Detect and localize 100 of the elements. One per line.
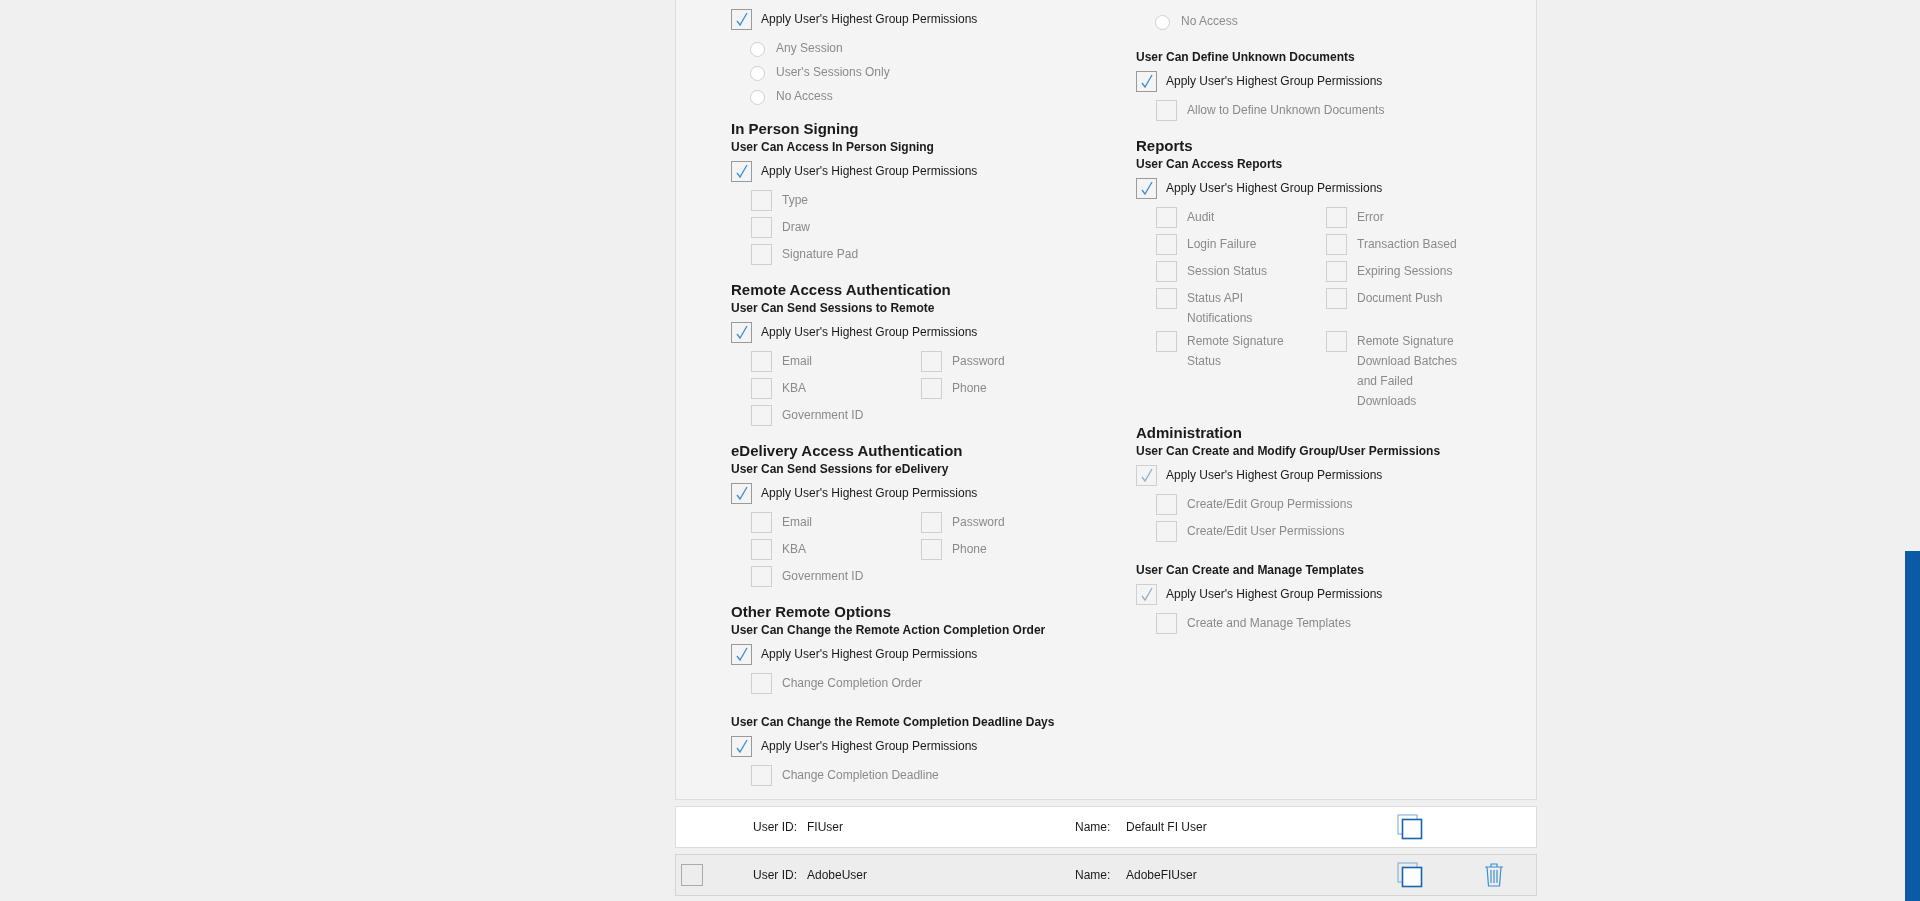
name-value: Default FI User xyxy=(1126,820,1208,834)
option-label: Remote Signature Status xyxy=(1187,333,1285,370)
option-label: Email xyxy=(782,514,812,531)
option-label: Login Failure xyxy=(1187,236,1257,253)
option-checkbox[interactable] xyxy=(1156,261,1177,282)
apply-label: Apply User's Highest Group Permissions xyxy=(1166,74,1383,88)
option-checkbox[interactable] xyxy=(751,217,772,238)
apply-label: Apply User's Highest Group Permissions xyxy=(1166,587,1383,601)
option-checkbox[interactable] xyxy=(1326,331,1347,352)
option-checkbox[interactable] xyxy=(921,378,942,399)
option-checkbox[interactable] xyxy=(751,673,772,694)
section-heading: Other Remote Options xyxy=(731,602,892,621)
option-label: KBA xyxy=(782,380,806,397)
option-checkbox[interactable] xyxy=(1326,288,1347,309)
apply-checkbox[interactable] xyxy=(731,482,752,504)
name-value: AdobeFIUser xyxy=(1126,868,1198,882)
option-checkbox[interactable] xyxy=(751,539,772,560)
option-label: Phone xyxy=(952,541,987,558)
option-checkbox[interactable] xyxy=(751,190,772,211)
option-label: Government ID xyxy=(782,407,864,424)
option-label: Status API Notifications xyxy=(1187,290,1254,327)
apply-checkbox[interactable] xyxy=(731,735,752,757)
option-checkbox[interactable] xyxy=(921,539,942,560)
copy-icon xyxy=(1397,814,1423,840)
option-label: Any Session xyxy=(776,40,843,57)
apply-checkbox[interactable] xyxy=(1136,70,1157,92)
option-checkbox[interactable] xyxy=(751,765,772,786)
section-heading: Remote Access Authentication xyxy=(731,280,952,299)
user-row[interactable]: User ID: AdobeUser Name: AdobeFIUser xyxy=(675,854,1537,896)
option-checkbox[interactable] xyxy=(921,351,942,372)
copy-button[interactable] xyxy=(1396,861,1424,889)
option-label: Error xyxy=(1357,209,1384,226)
apply-label: Apply User's Highest Group Permissions xyxy=(761,486,978,500)
option-label: Government ID xyxy=(782,568,864,585)
option-label: Draw xyxy=(782,219,810,236)
apply-label: Apply User's Highest Group Permissions xyxy=(1166,468,1383,482)
user-id-value: FIUser xyxy=(807,820,844,834)
option-label: Password xyxy=(952,514,1005,531)
name-label: Name: xyxy=(1075,820,1112,834)
option-label: Phone xyxy=(952,380,987,397)
option-label: No Access xyxy=(1181,13,1238,30)
apply-checkbox[interactable] xyxy=(731,321,752,343)
option-label: Create/Edit User Permissions xyxy=(1187,523,1345,540)
apply-checkbox[interactable] xyxy=(731,643,752,665)
option-checkbox[interactable] xyxy=(751,378,772,399)
section-heading: eDelivery Access Authentication xyxy=(731,441,964,460)
copy-button[interactable] xyxy=(1396,813,1424,841)
option-checkbox[interactable] xyxy=(1156,521,1177,542)
option-label: User's Sessions Only xyxy=(776,64,890,81)
check-icon xyxy=(734,485,749,501)
option-checkbox[interactable] xyxy=(751,512,772,533)
option-checkbox[interactable] xyxy=(1156,100,1177,121)
permission-title: User Can Change the Remote Completion Deadline Days xyxy=(731,714,1056,731)
option-label: Document Push xyxy=(1357,290,1443,307)
option-label: Session Status xyxy=(1187,263,1268,280)
option-label: Email xyxy=(782,353,812,370)
option-label: Expiring Sessions xyxy=(1357,263,1453,280)
check-icon xyxy=(1139,586,1154,602)
option-checkbox[interactable] xyxy=(751,566,772,587)
apply-checkbox[interactable] xyxy=(1136,177,1157,199)
check-icon xyxy=(1139,467,1154,483)
option-checkbox[interactable] xyxy=(1156,288,1177,309)
option-checkbox[interactable] xyxy=(1156,234,1177,255)
option-label: Audit xyxy=(1187,209,1215,226)
option-checkbox[interactable] xyxy=(751,405,772,426)
option-label: Change Completion Deadline xyxy=(782,767,939,784)
option-checkbox[interactable] xyxy=(1156,613,1177,634)
radio-button[interactable] xyxy=(750,42,765,57)
radio-button[interactable] xyxy=(750,90,765,105)
section-heading: In Person Signing xyxy=(731,119,860,138)
option-label: Type xyxy=(782,192,808,209)
option-label: Transaction Based xyxy=(1357,236,1457,253)
apply-label: Apply User's Highest Group Permissions xyxy=(761,739,978,753)
check-icon xyxy=(734,324,749,340)
apply-checkbox[interactable] xyxy=(731,8,752,30)
option-checkbox[interactable] xyxy=(1156,331,1177,352)
option-label: Create and Manage Templates xyxy=(1187,615,1351,632)
option-label: Allow to Define Unknown Documents xyxy=(1187,102,1385,119)
option-checkbox[interactable] xyxy=(1326,261,1347,282)
row-checkbox[interactable] xyxy=(681,864,703,886)
radio-button[interactable] xyxy=(1155,15,1170,30)
option-checkbox[interactable] xyxy=(1156,494,1177,515)
apply-label: Apply User's Highest Group Permissions xyxy=(761,12,978,26)
radio-button[interactable] xyxy=(750,66,765,81)
option-checkbox[interactable] xyxy=(1326,234,1347,255)
apply-label: Apply User's Highest Group Permissions xyxy=(1166,181,1383,195)
option-checkbox[interactable] xyxy=(1326,207,1347,228)
apply-checkbox[interactable] xyxy=(731,160,752,182)
option-checkbox[interactable] xyxy=(751,351,772,372)
option-checkbox[interactable] xyxy=(921,512,942,533)
option-checkbox[interactable] xyxy=(751,244,772,265)
option-checkbox[interactable] xyxy=(1156,207,1177,228)
permission-title: User Can Create and Manage Templates xyxy=(1136,562,1365,579)
check-icon xyxy=(1139,180,1154,196)
check-icon xyxy=(734,11,749,27)
scroll-thumb[interactable] xyxy=(1905,551,1920,901)
option-label: Password xyxy=(952,353,1005,370)
option-label: Remote Signature Download Batches and Failed Downloads xyxy=(1357,333,1459,410)
user-row[interactable]: User ID: FIUser Name: Default FI User xyxy=(675,806,1537,848)
copy-icon xyxy=(1397,862,1423,888)
